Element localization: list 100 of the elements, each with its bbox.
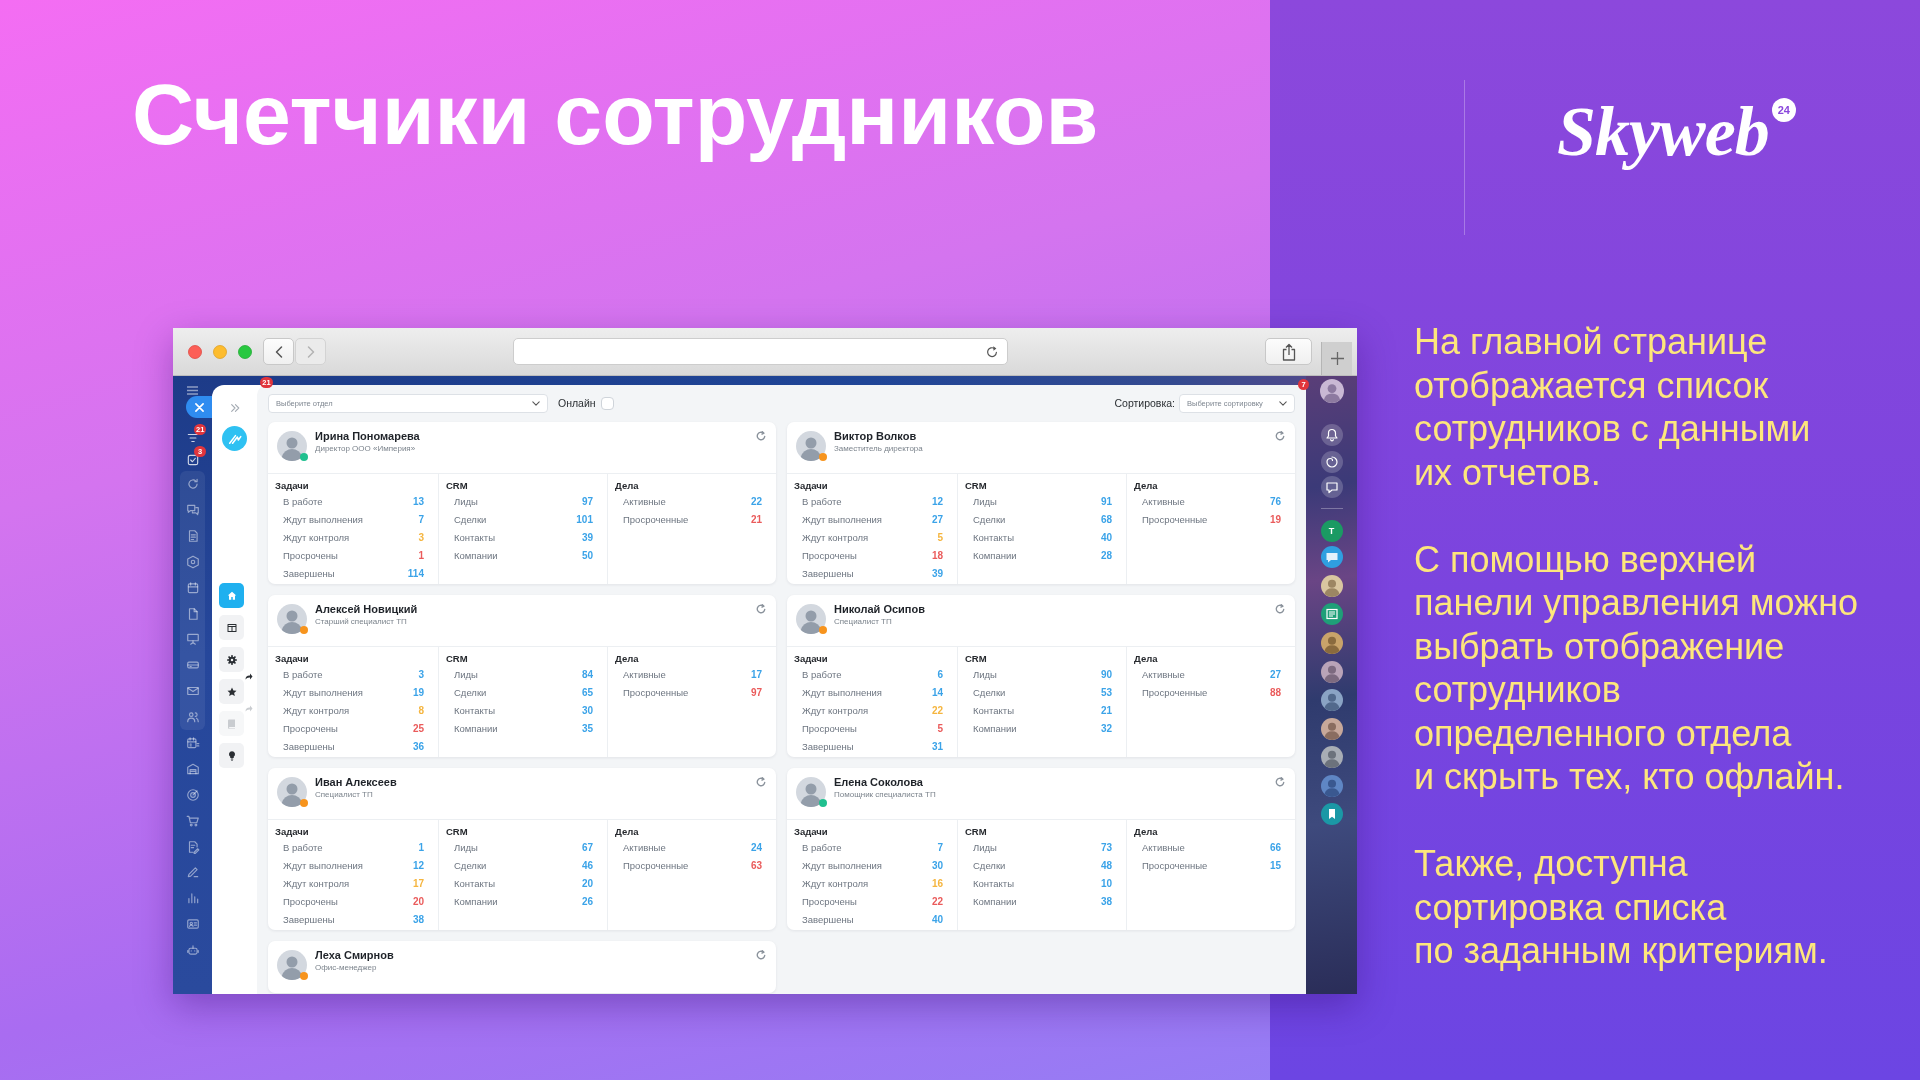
star-button[interactable] [219, 679, 244, 705]
newspaper-icon[interactable] [1320, 603, 1343, 626]
stat-label: Просроченные [623, 686, 689, 701]
stat-label: Сделки [973, 859, 1006, 874]
stat-value: 35 [581, 722, 593, 737]
stat-label: Ждут контроля [283, 877, 350, 892]
person-silhouette-icon[interactable] [1320, 717, 1343, 740]
logo-icon[interactable] [222, 426, 247, 452]
stat-label: Активные [1142, 668, 1185, 683]
employee-position: Помощник специалиста ТП [834, 789, 936, 801]
people-icon[interactable] [185, 710, 200, 725]
pen-icon[interactable] [185, 865, 200, 880]
stat-value: 21 [750, 513, 762, 528]
employee-position: Офис-менеджер [315, 962, 378, 974]
redo-arrow-icon[interactable] [245, 673, 253, 681]
stat-label: Контакты [454, 531, 496, 546]
stat-label: Просроченные [1142, 686, 1208, 701]
bell-icon[interactable] [1320, 424, 1343, 447]
stat-value: 18 [931, 549, 943, 564]
reload-icon[interactable] [985, 344, 999, 359]
stat-label: Лиды [454, 841, 478, 856]
person-silhouette-icon[interactable] [1319, 379, 1344, 404]
stat-value: 17 [750, 668, 762, 683]
section-title: CRM [965, 825, 988, 840]
stat-value: 97 [581, 495, 593, 510]
stat-label: Завершены [283, 913, 335, 928]
person-silhouette-icon [796, 431, 826, 462]
stat-label: Просрочены [802, 549, 857, 564]
calendar-icon[interactable] [185, 580, 200, 595]
chat-avatar[interactable]: T [1320, 520, 1343, 543]
stat-value: 19 [1269, 513, 1281, 528]
stat-value: 30 [581, 704, 593, 719]
stat-value: 27 [931, 513, 943, 528]
person-silhouette-icon[interactable] [1320, 689, 1343, 712]
window-zoom-icon[interactable] [238, 344, 252, 359]
warehouse-icon[interactable] [185, 761, 200, 776]
checked-box-icon[interactable] [185, 453, 200, 468]
person-silhouette-icon[interactable] [1320, 575, 1343, 598]
calendar-list-icon[interactable] [185, 736, 200, 751]
spiral-icon[interactable] [1320, 451, 1343, 474]
chat-bubble-icon[interactable] [1320, 546, 1343, 569]
employee-name: Алексей Новицкий [315, 602, 418, 617]
chat-bubbles-icon[interactable] [185, 503, 200, 517]
cart-icon[interactable] [185, 813, 200, 828]
menu-icon[interactable] [187, 386, 198, 396]
id-card-icon[interactable] [185, 917, 200, 932]
close-button[interactable] [186, 396, 212, 419]
section-title: CRM [446, 652, 469, 667]
refresh-icon[interactable] [1275, 777, 1285, 788]
presentation-board-icon[interactable] [185, 632, 200, 647]
sort-label: Сортировка: [1114, 397, 1175, 411]
lightbulb-button[interactable] [219, 743, 244, 769]
stat-label: Контакты [454, 704, 496, 719]
person-silhouette-icon [277, 950, 307, 981]
settings-button[interactable] [219, 647, 244, 673]
stat-label: Сделки [454, 686, 487, 701]
share-button[interactable] [1265, 338, 1312, 366]
person-silhouette-icon[interactable] [1320, 774, 1343, 797]
stat-value: 46 [581, 859, 593, 874]
stat-label: Компании [973, 895, 1017, 910]
stat-label: Просрочены [802, 722, 857, 737]
employee-position: Директор ООО «Империя» [315, 443, 417, 455]
double-chevron-icon[interactable] [229, 403, 240, 414]
stat-label: Ждут контроля [283, 531, 350, 546]
stat-label: В работе [802, 668, 842, 683]
stat-label: Просрочены [802, 895, 857, 910]
refresh-icon[interactable] [756, 604, 766, 615]
section-title: CRM [965, 652, 988, 667]
stat-value: 3 [418, 668, 424, 683]
robot-icon[interactable] [185, 943, 200, 958]
refresh-icon[interactable] [1275, 604, 1285, 615]
target-icon[interactable] [185, 787, 200, 802]
address-field[interactable] [513, 338, 1008, 366]
book-icon [225, 717, 238, 730]
home-button[interactable] [219, 583, 244, 609]
window-close-icon[interactable] [188, 344, 202, 359]
refresh-icon[interactable] [756, 950, 766, 961]
stat-value: 76 [1269, 495, 1281, 510]
sync-icon[interactable] [185, 477, 200, 492]
hexagon-icon[interactable] [185, 554, 200, 569]
stat-label: Контакты [973, 531, 1015, 546]
stat-value: 1 [418, 549, 424, 564]
stat-value: 67 [581, 841, 593, 856]
stat-value: 19 [412, 686, 424, 701]
new-tab-button[interactable] [1321, 342, 1352, 376]
online-checkbox[interactable] [600, 397, 614, 411]
person-silhouette-icon[interactable] [1320, 746, 1343, 769]
chat-icon[interactable] [1320, 476, 1343, 499]
person-silhouette-icon[interactable] [1320, 660, 1343, 683]
bookmark-icon[interactable] [1320, 803, 1343, 826]
refresh-icon[interactable] [756, 777, 766, 788]
refresh-icon[interactable] [756, 431, 766, 442]
bar-chart-icon[interactable] [185, 891, 200, 906]
refresh-icon[interactable] [1275, 431, 1285, 442]
person-silhouette-icon[interactable] [1320, 632, 1343, 655]
table-button[interactable] [219, 615, 244, 641]
back-button[interactable] [263, 338, 294, 366]
stat-value: 84 [581, 668, 593, 683]
stat-value: 10 [1100, 877, 1112, 892]
stat-value: 12 [931, 495, 943, 510]
